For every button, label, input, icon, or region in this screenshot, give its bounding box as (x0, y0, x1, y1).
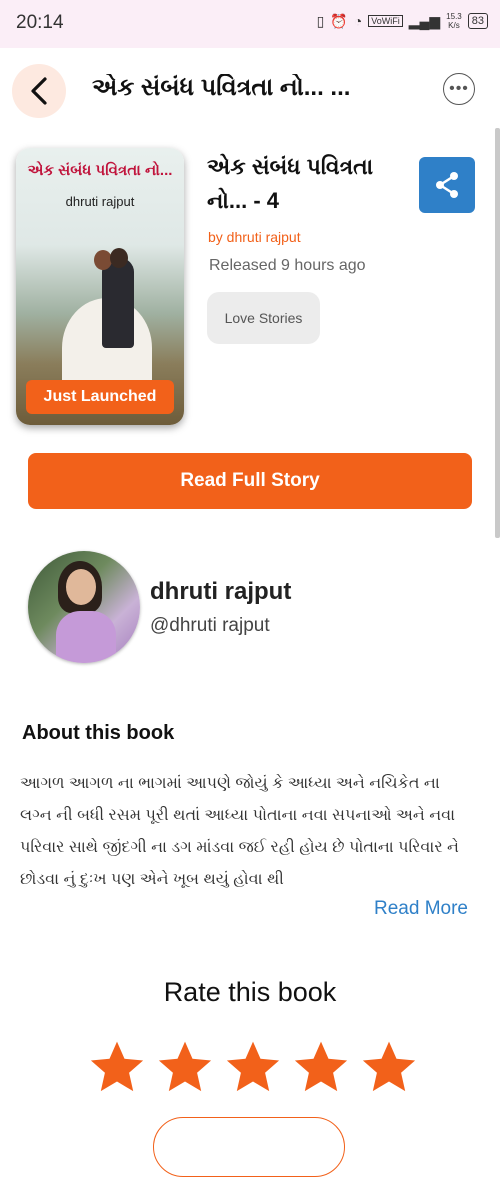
more-dots-icon: ••• (449, 80, 469, 97)
about-text: આગળ આગળ ના ભાગમાં આપણે જોયું કે આધ્યા અન… (20, 775, 459, 888)
star-icon-1[interactable] (88, 1038, 146, 1096)
alarm-icon: ⏰ (330, 12, 348, 29)
signal-icon: ▂▄▆ (408, 12, 441, 29)
book-cover[interactable]: એક સંબંધ પવિત્રતા નો... dhruti rajput Ju… (16, 148, 184, 425)
status-bar: 20:14 ▯ ⏰ ◔ VoWiFi ▂▄▆ 15.3 K/s 83 (0, 0, 500, 48)
network-label: VoWiFi (368, 15, 403, 27)
about-heading: About this book (22, 722, 175, 744)
cover-illustration (54, 248, 154, 398)
star-icon-5[interactable] (360, 1038, 418, 1096)
rating-stars (88, 1038, 418, 1096)
scrollbar[interactable] (495, 128, 500, 538)
genre-chip[interactable]: Love Stories (207, 292, 320, 344)
book-title: એક સંબંધ પવિત્રતા નો... - 4 (207, 154, 374, 213)
rate-heading: Rate this book (163, 977, 337, 1007)
star-icon-3[interactable] (224, 1038, 282, 1096)
cover-author: dhruti rajput (65, 194, 135, 209)
read-more-link[interactable]: Read More (374, 898, 468, 920)
net-speed: 15.3 K/s (446, 12, 462, 30)
by-author-link[interactable]: by dhruti rajput (208, 229, 301, 245)
share-icon (436, 172, 458, 198)
read-full-story-button[interactable]: Read Full Story (28, 453, 472, 509)
back-arrow-icon (31, 77, 47, 105)
status-icons: ▯ ⏰ ◔ VoWiFi ▂▄▆ 15.3 K/s 83 (317, 12, 488, 30)
page-title: એક સંબંધ પવિત્રતા નો... ... (92, 74, 351, 101)
star-icon-2[interactable] (156, 1038, 214, 1096)
author-handle: @dhruti rajput (150, 615, 270, 636)
author-name[interactable]: dhruti rajput (150, 578, 291, 606)
battery-icon: 83 (467, 13, 488, 29)
cover-title: એક સંબંધ પવિત્રતા નો... (27, 162, 173, 179)
star-icon-4[interactable] (292, 1038, 350, 1096)
author-avatar[interactable] (28, 551, 140, 663)
wifi-icon: ◔ (353, 13, 363, 29)
just-launched-badge: Just Launched (26, 380, 174, 414)
vibrate-icon: ▯ (316, 12, 325, 29)
share-button[interactable] (419, 157, 475, 213)
release-time: Released 9 hours ago (209, 257, 366, 274)
back-button[interactable] (12, 64, 66, 118)
review-button-partial[interactable] (153, 1117, 345, 1177)
app-bar: એક સંબંધ પવિત્રતા નો... ... ••• (0, 48, 500, 132)
more-options-button[interactable]: ••• (443, 73, 475, 105)
status-time: 20:14 (16, 12, 64, 33)
